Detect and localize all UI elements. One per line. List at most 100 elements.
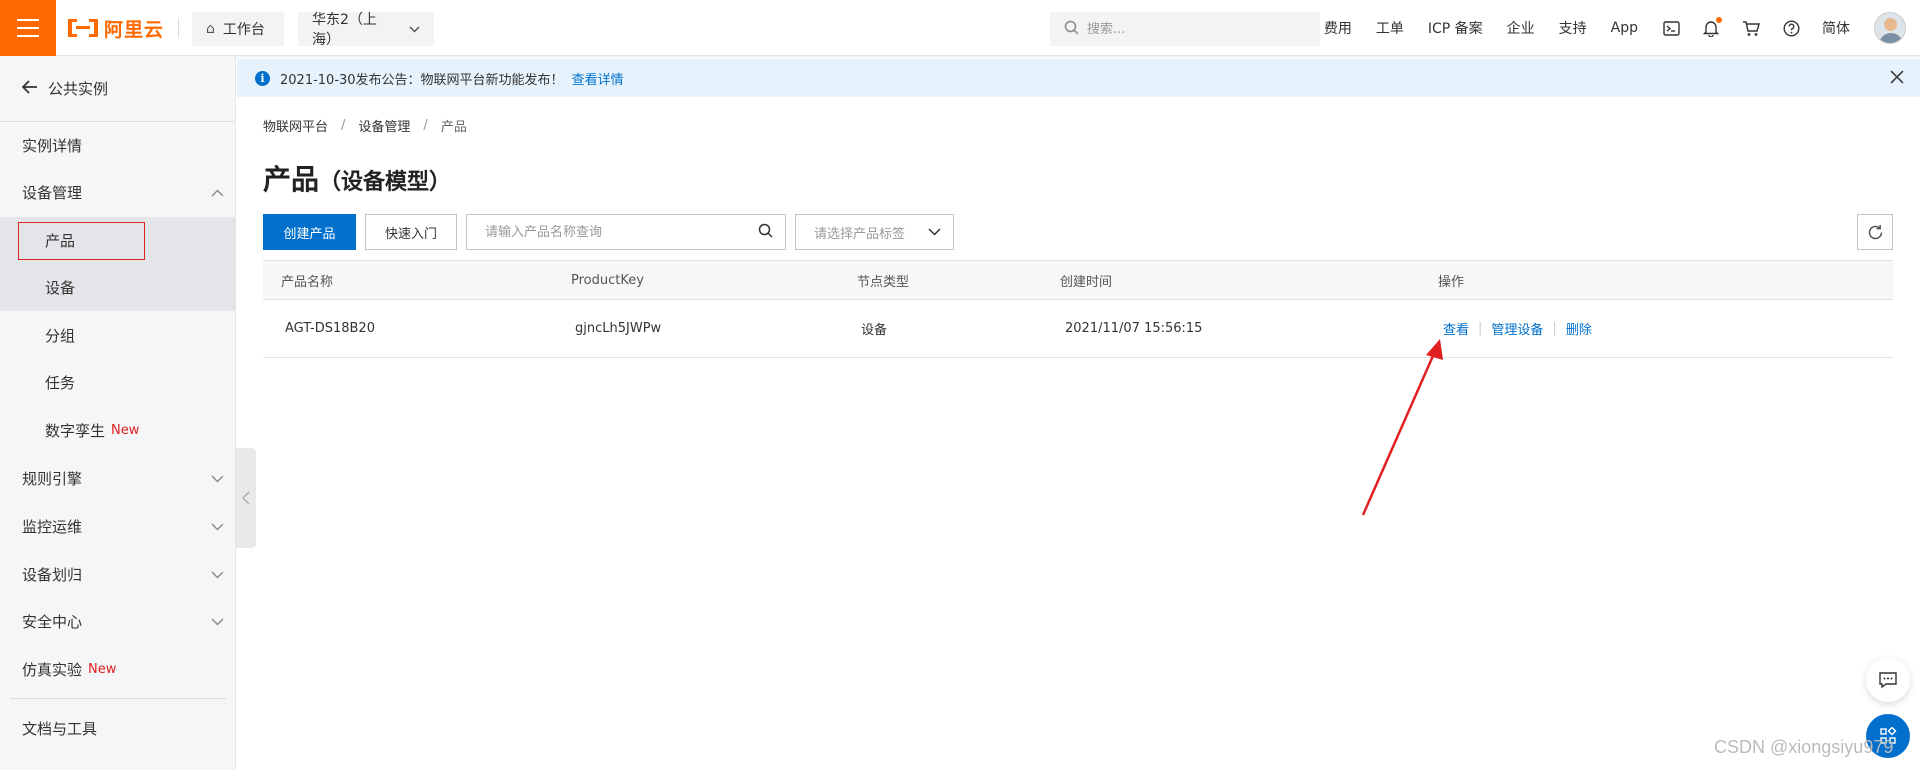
new-badge: New — [111, 423, 140, 438]
product-tag-select[interactable]: 请选择产品标签 — [795, 214, 954, 250]
logo-text: 阿里云 — [104, 18, 165, 41]
column-header-name: 产品名称 — [281, 274, 334, 290]
search-icon[interactable] — [758, 223, 773, 242]
manage-devices-link[interactable]: 管理设备 — [1491, 319, 1543, 338]
arrow-left-icon — [21, 79, 38, 99]
aliyun-logo-mark — [68, 19, 98, 37]
sidebar-item-instance-details[interactable]: 实例详情 — [0, 122, 236, 169]
delete-link[interactable]: 删除 — [1566, 319, 1592, 338]
top-link-fees[interactable]: 费用 — [1324, 18, 1352, 38]
sidebar-item-docs-tools[interactable]: 文档与工具 — [0, 705, 236, 752]
chevron-down-icon — [211, 567, 224, 583]
sidebar-item-label: 安全中心 — [22, 613, 83, 631]
workbench-button[interactable]: ⌂ 工作台 — [192, 12, 284, 46]
sidebar: 公共实例 实例详情 设备管理 产品 设备 分组 任务 数字孪生 New 规则引擎… — [0, 56, 236, 770]
page-subtitle: （设备模型） — [319, 170, 452, 195]
sidebar-item-label: 设备划归 — [22, 566, 83, 584]
close-icon[interactable] — [1890, 68, 1904, 89]
sidebar-item-monitoring[interactable]: 监控运维 — [0, 503, 236, 550]
product-name: AGT-DS18B20 — [285, 321, 375, 336]
product-search-input[interactable] — [485, 224, 758, 240]
sidebar-item-label: 监控运维 — [22, 518, 83, 536]
sidebar-item-label: 规则引擎 — [22, 470, 83, 488]
sidebar-item-label: 仿真实验 — [22, 661, 83, 679]
new-badge: New — [88, 662, 117, 677]
quick-start-button[interactable]: 快速入门 — [365, 214, 457, 250]
breadcrumb-iot-platform[interactable]: 物联网平台 — [263, 116, 328, 135]
row-actions: 查看 | 管理设备 | 删除 — [1443, 300, 1592, 357]
top-link-tickets[interactable]: 工单 — [1376, 18, 1404, 38]
home-icon: ⌂ — [206, 21, 215, 37]
announcement-bar: i 2021-10-30发布公告：物联网平台新功能发布！ 查看详情 — [237, 59, 1920, 97]
back-to-instances[interactable]: 公共实例 — [0, 56, 235, 122]
chat-button[interactable] — [1866, 658, 1910, 702]
global-search-input[interactable] — [1087, 21, 1297, 37]
back-label: 公共实例 — [48, 80, 109, 98]
search-icon — [1064, 20, 1079, 39]
sidebar-item-device-management[interactable]: 设备管理 — [0, 169, 236, 216]
tag-select-placeholder: 请选择产品标签 — [814, 226, 906, 242]
notification-dot — [1716, 17, 1722, 23]
region-selector[interactable]: 华东2（上海） — [298, 12, 434, 48]
column-header-created: 创建时间 — [1060, 274, 1113, 290]
top-navbar: 阿里云 ⌂ 工作台 华东2（上海） 费用 工单 ICP 备案 企业 支持 App — [0, 0, 1920, 56]
breadcrumb-separator: / — [423, 118, 428, 133]
product-table: 产品名称 ProductKey 节点类型 创建时间 操作 AGT-DS18B20… — [263, 260, 1893, 358]
sidebar-item-label: 设备管理 — [22, 184, 83, 202]
refresh-icon — [1868, 224, 1882, 239]
sidebar-item-label: 实例详情 — [22, 137, 83, 155]
announcement-text: 2021-10-30发布公告：物联网平台新功能发布！ — [280, 72, 564, 88]
chevron-left-icon — [242, 491, 250, 505]
sidebar-item-simulation[interactable]: 仿真实验 New — [0, 646, 236, 693]
announcement-link[interactable]: 查看详情 — [572, 69, 624, 88]
sidebar-item-devices[interactable]: 设备 — [0, 264, 236, 311]
sidebar-item-label: 任务 — [45, 374, 76, 392]
action-separator: | — [1552, 321, 1557, 336]
top-link-support[interactable]: 支持 — [1559, 18, 1587, 38]
sidebar-item-label: 数字孪生 — [45, 422, 106, 440]
refresh-button[interactable] — [1857, 214, 1893, 250]
top-links: 费用 工单 ICP 备案 企业 支持 App 简体 — [1324, 0, 1920, 56]
watermark: CSDN @xiongsiyu979 — [1714, 737, 1894, 757]
region-label: 华东2（上海） — [312, 12, 377, 48]
message-icon — [1879, 672, 1897, 689]
product-key: gjncLh5JWPw — [575, 321, 662, 336]
avatar[interactable] — [1874, 12, 1906, 44]
annotation-arrow — [1361, 339, 1443, 516]
breadcrumb-device-management[interactable]: 设备管理 — [358, 116, 410, 135]
sidebar-item-label: 分组 — [45, 327, 76, 345]
column-header-productkey: ProductKey — [571, 272, 644, 288]
chevron-down-icon — [211, 519, 224, 535]
info-icon: i — [255, 70, 270, 86]
table-header: 产品名称 ProductKey 节点类型 创建时间 操作 — [263, 260, 1893, 300]
page-title: 产品（设备模型） — [263, 158, 451, 198]
help-icon[interactable] — [1782, 19, 1800, 37]
sidebar-item-security-center[interactable]: 安全中心 — [0, 598, 236, 645]
breadcrumb: 物联网平台 / 设备管理 / 产品 — [263, 116, 467, 135]
top-link-enterprise[interactable]: 企业 — [1507, 18, 1535, 38]
aliyun-logo[interactable]: 阿里云 — [68, 14, 164, 42]
bell-icon[interactable] — [1702, 17, 1722, 37]
sidebar-item-groups[interactable]: 分组 — [0, 312, 236, 359]
sidebar-item-digital-twin[interactable]: 数字孪生 New — [0, 407, 236, 454]
chevron-down-icon — [211, 471, 224, 487]
top-link-icp[interactable]: ICP 备案 — [1428, 18, 1483, 38]
breadcrumb-current: 产品 — [440, 120, 467, 135]
menu-icon[interactable] — [0, 0, 56, 56]
chevron-up-icon — [211, 185, 224, 201]
cart-icon[interactable] — [1742, 19, 1760, 37]
terminal-icon[interactable] — [1662, 19, 1680, 37]
create-product-button[interactable]: 创建产品 — [263, 214, 356, 250]
top-link-app[interactable]: App — [1611, 20, 1638, 36]
sidebar-item-label: 设备 — [45, 279, 76, 297]
sidebar-item-products[interactable]: 产品 — [0, 217, 236, 264]
sidebar-item-tasks[interactable]: 任务 — [0, 359, 236, 406]
action-separator: | — [1478, 321, 1483, 336]
sidebar-item-device-assignment[interactable]: 设备划归 — [0, 551, 236, 598]
table-row: AGT-DS18B20 gjncLh5JWPw 设备 2021/11/07 15… — [263, 300, 1893, 358]
language-switch[interactable]: 简体 — [1822, 18, 1850, 38]
sidebar-divider — [10, 698, 226, 699]
sidebar-item-rule-engine[interactable]: 规则引擎 — [0, 455, 236, 502]
global-search — [1050, 12, 1320, 46]
sidebar-collapse-handle[interactable] — [236, 448, 256, 548]
